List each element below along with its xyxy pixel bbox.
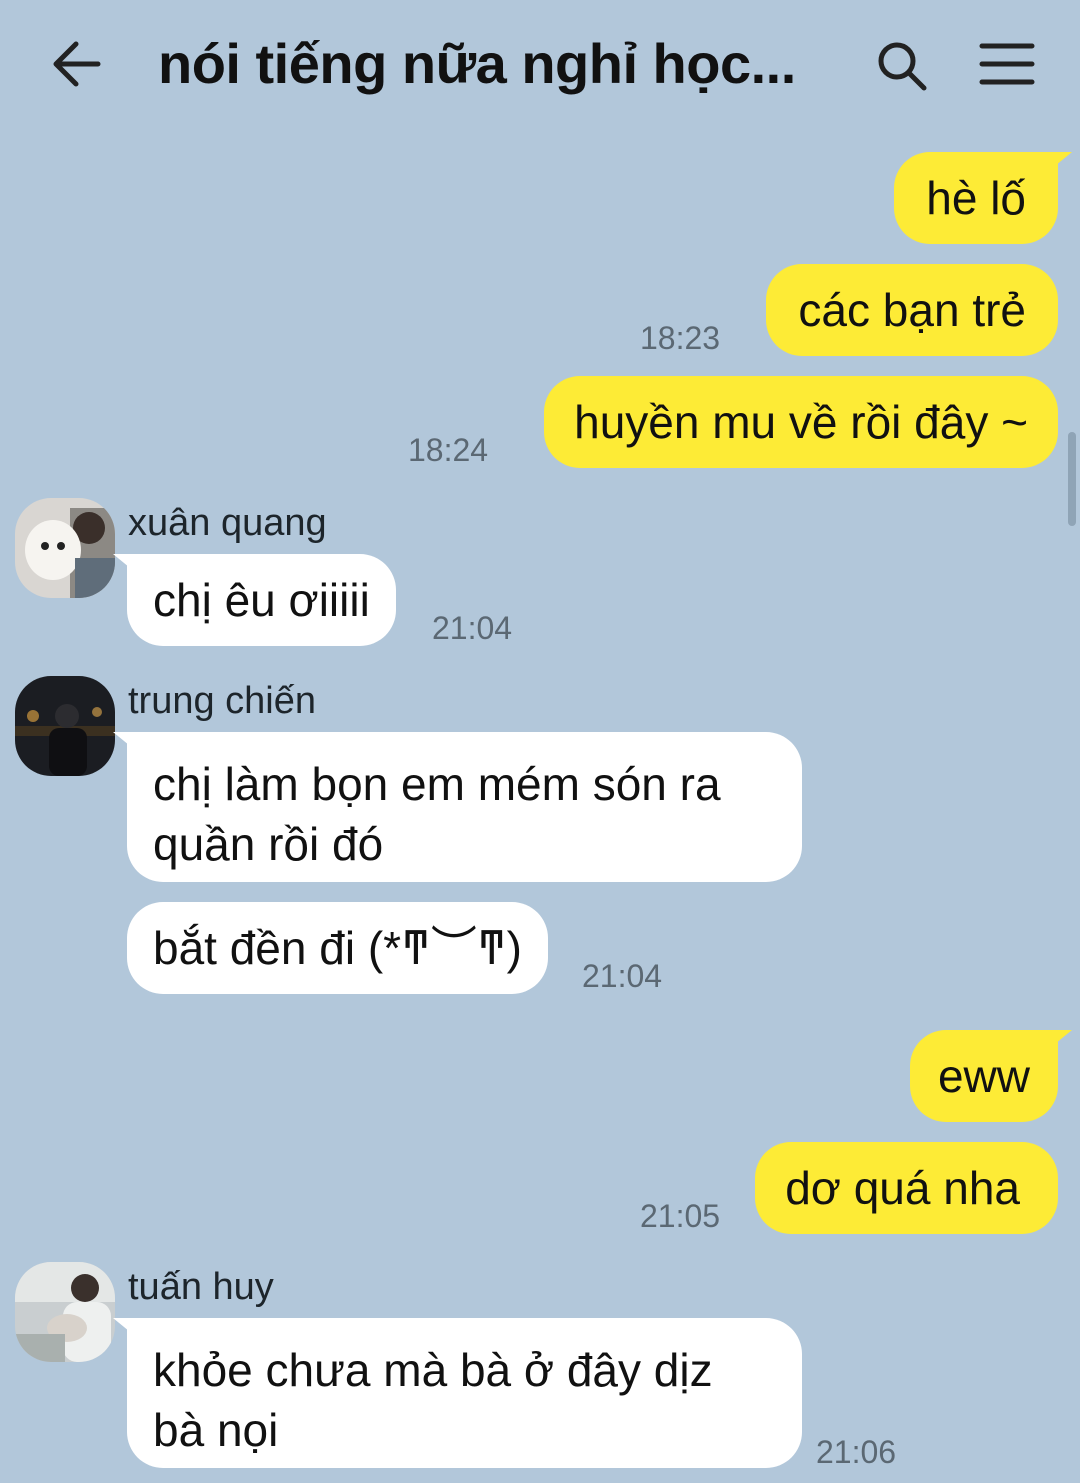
- sender-name: tuấn huy: [128, 1266, 274, 1308]
- my-message-bubble[interactable]: dơ quá nha: [755, 1142, 1058, 1234]
- my-message-bubble[interactable]: huyền mu về rồi đây ~: [544, 376, 1058, 468]
- chat-header: nói tiếng nữa nghỉ học...: [0, 0, 1080, 130]
- message-timestamp: 21:06: [816, 1434, 897, 1470]
- sender-name: xuân quang: [128, 502, 327, 544]
- avatar-tuan-huy[interactable]: [15, 1262, 115, 1362]
- my-message-bubble[interactable]: các bạn trẻ: [766, 264, 1058, 356]
- menu-button[interactable]: [976, 40, 1038, 88]
- message-timestamp: 21:05: [640, 1198, 721, 1234]
- chat-title[interactable]: nói tiếng nữa nghỉ học...: [158, 28, 818, 100]
- sender-name: trung chiến: [128, 680, 317, 722]
- message-timestamp: 21:04: [432, 610, 513, 646]
- scrollbar[interactable]: [1068, 432, 1076, 526]
- their-message-bubble[interactable]: bắt đền đi (*ͳ︶ͳ): [127, 902, 548, 994]
- hamburger-menu-icon: [979, 43, 1035, 85]
- message-timestamp: 21:04: [582, 958, 663, 994]
- their-message-bubble[interactable]: khỏe chưa mà bà ở đây dịz bà nọi: [113, 1318, 802, 1468]
- their-message-bubble[interactable]: chị êu ơiiiii: [113, 554, 396, 646]
- message-timestamp: 18:24: [408, 432, 489, 468]
- avatar-xuan-quang[interactable]: [15, 498, 115, 598]
- my-message-bubble[interactable]: hè lố: [894, 152, 1072, 244]
- avatar-photo: [15, 1262, 115, 1362]
- back-button[interactable]: [48, 38, 108, 90]
- search-button[interactable]: [874, 38, 930, 94]
- arrow-left-icon: [53, 41, 101, 87]
- search-icon: [878, 42, 927, 91]
- my-message-bubble[interactable]: eww: [909, 1030, 1073, 1122]
- avatar-trung-chien[interactable]: [15, 676, 115, 776]
- avatar-photo: [15, 676, 115, 776]
- avatar-photo: [15, 498, 115, 598]
- message-timestamp: 18:23: [640, 320, 721, 356]
- their-message-bubble[interactable]: chị làm bọn em mém són ra quần rồi đó: [113, 732, 802, 882]
